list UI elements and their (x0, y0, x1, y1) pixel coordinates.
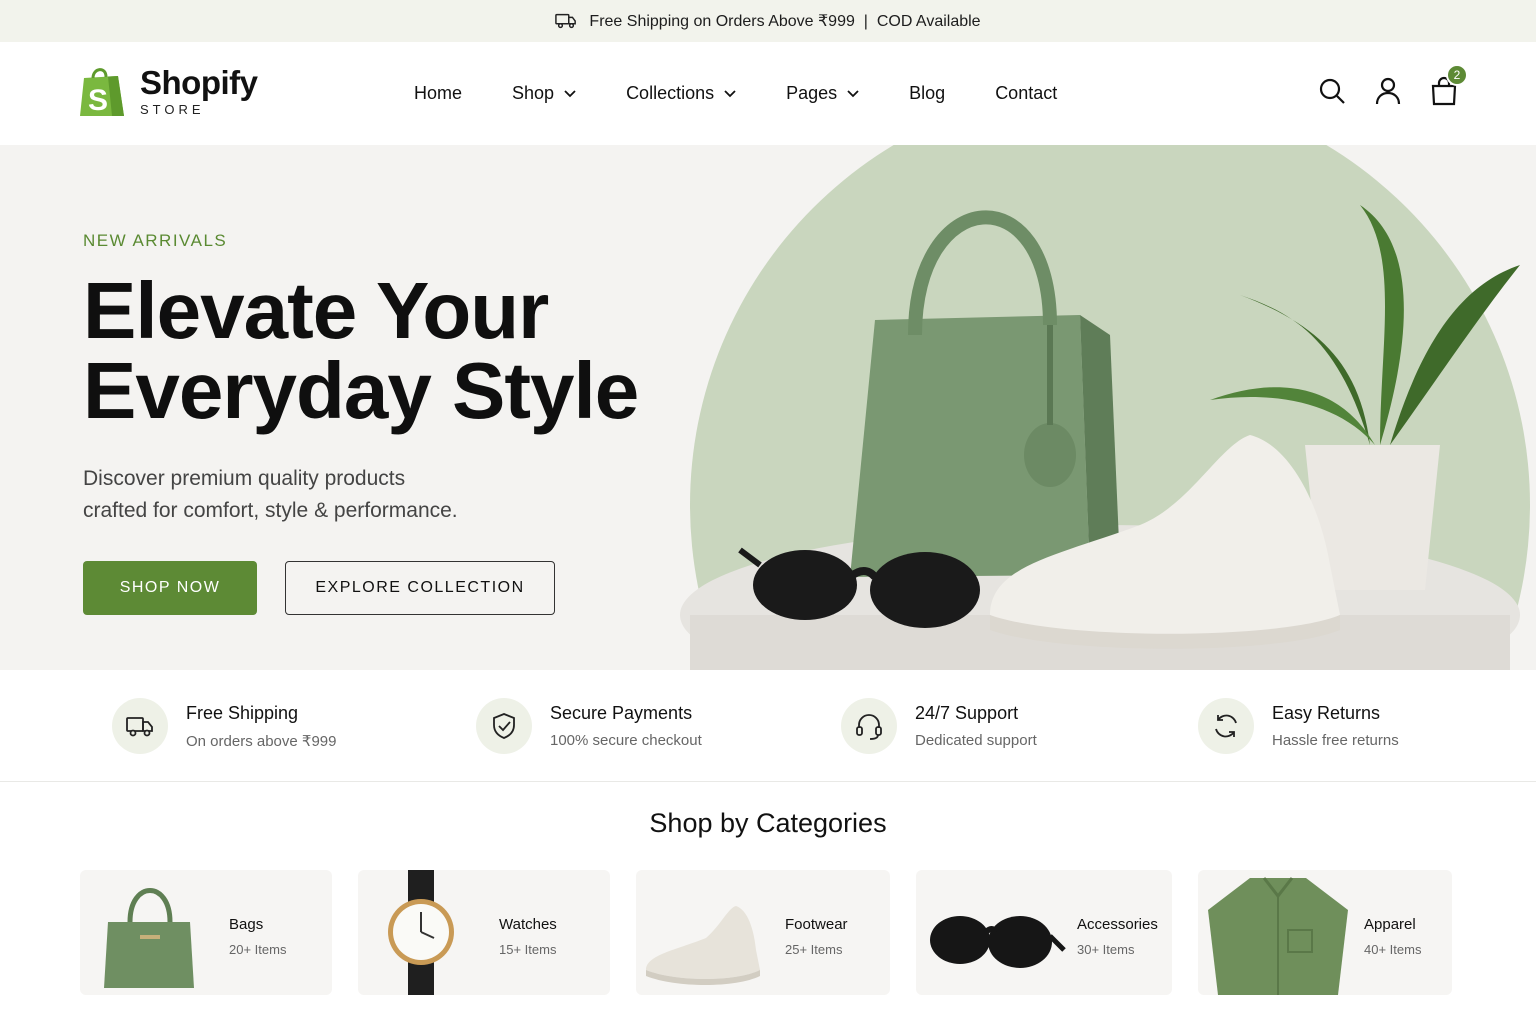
headset-icon (856, 714, 882, 740)
feature-support: 24/7 Support Dedicated support (841, 698, 1037, 754)
feature-easy-returns: Easy Returns Hassle free returns (1198, 698, 1399, 754)
truck-icon (555, 13, 577, 29)
nav-shop-label: Shop (512, 83, 555, 103)
category-card-accessories[interactable]: Accessories 30+ Items (916, 870, 1172, 995)
feature-title: Secure Payments (550, 703, 693, 723)
chevron-down-icon (847, 89, 859, 97)
category-count: 20+ Items (229, 942, 287, 957)
hero-title-line1: Elevate Your (83, 266, 549, 355)
hero-subtitle: Discover premium quality products crafte… (83, 463, 553, 527)
hero-subtitle-line2: crafted for comfort, style & performance… (83, 499, 458, 522)
sneaker-thumbnail (646, 906, 760, 985)
nav-home-label: Home (414, 83, 463, 103)
nav-pages-label: Pages (786, 83, 838, 103)
truck-icon (126, 717, 153, 737)
feature-free-shipping: Free Shipping On orders above ₹999 (112, 698, 336, 754)
main-nav: Home Shop Collections Pages Blog Contact (414, 42, 1107, 145)
feature-title: Free Shipping (186, 702, 299, 723)
category-card-bags[interactable]: Bags 20+ Items (80, 870, 332, 995)
category-card-apparel[interactable]: Apparel 40+ Items (1198, 870, 1452, 995)
shopify-bag-icon: S (80, 68, 124, 117)
brand-logo[interactable]: S Shopify STORE (78, 64, 258, 118)
categories-heading: Shop by Categories (649, 808, 887, 838)
sunglasses-thumbnail (930, 916, 1066, 968)
feature-icon-wrap (841, 698, 897, 754)
feature-title: 24/7 Support (915, 703, 1019, 723)
nav-home[interactable]: Home (414, 83, 462, 104)
chevron-down-icon (724, 89, 736, 97)
category-name: Apparel (1364, 916, 1416, 933)
hero-title: Elevate Your Everyday Style (83, 266, 639, 435)
nav-collections-label: Collections (626, 83, 715, 103)
header-actions: 2 (1318, 64, 1468, 106)
cart-count-badge: 2 (1446, 64, 1468, 86)
nav-contact[interactable]: Contact (995, 83, 1057, 104)
shop-now-button[interactable]: SHOP NOW (83, 561, 257, 615)
feature-subtitle: Dedicated support (915, 732, 1037, 749)
bag-thumbnail (104, 888, 194, 988)
hero-eyebrow: NEW ARRIVALS (83, 231, 228, 250)
nav-blog-label: Blog (909, 83, 946, 103)
nav-collections[interactable]: Collections (626, 83, 736, 104)
shirt-thumbnail (1208, 877, 1348, 995)
nav-blog[interactable]: Blog (909, 83, 945, 104)
nav-pages[interactable]: Pages (786, 83, 859, 104)
hero-product-image (680, 145, 1530, 670)
cart-button[interactable]: 2 (1430, 64, 1468, 106)
hero-banner: NEW ARRIVALS Elevate Your Everyday Style… (0, 145, 1536, 670)
chevron-down-icon (564, 89, 576, 97)
category-count: 25+ Items (785, 942, 843, 957)
features-strip: Free Shipping On orders above ₹999 Secur… (0, 670, 1536, 782)
category-count: 40+ Items (1364, 942, 1422, 957)
brand-name: Shopify (140, 63, 258, 101)
category-name: Footwear (785, 916, 848, 933)
category-name: Accessories (1077, 916, 1158, 933)
hero-subtitle-line1: Discover premium quality products (83, 467, 406, 490)
refresh-icon (1215, 714, 1237, 738)
feature-icon-wrap (112, 698, 168, 754)
site-header: S Shopify STORE Home Shop Collections Pa… (0, 42, 1536, 145)
announcement-text: Free Shipping on Orders Above ₹999 | COD… (589, 13, 981, 30)
hero-title-line2: Everyday Style (83, 346, 639, 435)
svg-text:S: S (88, 84, 108, 117)
brand-tagline: STORE (140, 101, 205, 117)
category-card-watches[interactable]: Watches 15+ Items (358, 870, 610, 995)
feature-title: Easy Returns (1272, 703, 1381, 723)
feature-icon-wrap (476, 698, 532, 754)
nav-shop[interactable]: Shop (512, 83, 576, 104)
watch-thumbnail (388, 870, 454, 995)
category-count: 30+ Items (1077, 942, 1135, 957)
feature-subtitle: 100% secure checkout (550, 732, 702, 749)
feature-icon-wrap (1198, 698, 1254, 754)
search-icon (1319, 78, 1345, 104)
nav-contact-label: Contact (995, 83, 1058, 103)
shield-check-icon (493, 713, 515, 739)
category-name: Bags (229, 916, 264, 933)
feature-subtitle: On orders above ₹999 (186, 732, 337, 750)
search-button[interactable] (1318, 76, 1346, 106)
explore-collection-button[interactable]: EXPLORE COLLECTION (285, 561, 555, 615)
category-name: Watches (499, 916, 557, 933)
announcement-bar: Free Shipping on Orders Above ₹999 | COD… (0, 0, 1536, 42)
hero-content: NEW ARRIVALS Elevate Your Everyday Style… (83, 231, 639, 615)
category-card-footwear[interactable]: Footwear 25+ Items (636, 870, 890, 995)
category-count: 15+ Items (499, 942, 557, 957)
user-icon (1375, 77, 1401, 105)
feature-subtitle: Hassle free returns (1272, 732, 1399, 749)
feature-secure-payments: Secure Payments 100% secure checkout (476, 698, 702, 754)
account-button[interactable] (1374, 76, 1402, 106)
